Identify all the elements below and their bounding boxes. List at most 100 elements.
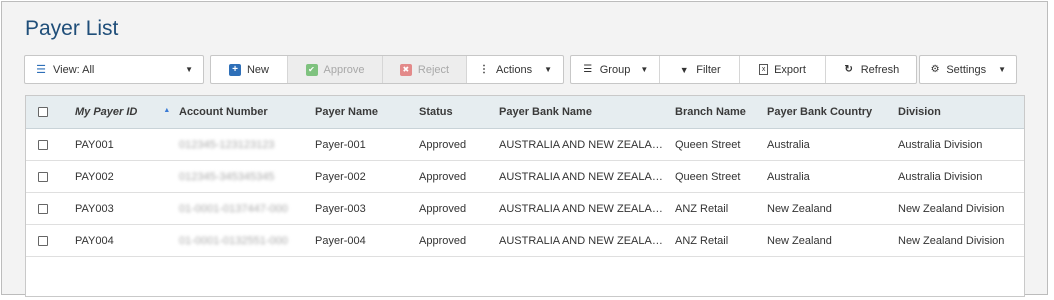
select-all-checkbox[interactable]	[38, 107, 48, 117]
settings-button[interactable]: ⚙ Settings ▼	[920, 56, 1016, 83]
payer-bank-name-cell: AUSTRALIA AND NEW ZEALA…	[499, 202, 663, 215]
actions-button-label: Actions	[496, 63, 533, 76]
view-options-group: ☰ Group ▼ ▼ Filter x Export ↻ Refresh	[570, 55, 917, 84]
column-header-payer-id[interactable]: My Payer ID ▲	[75, 106, 179, 118]
refresh-icon: ↻	[844, 64, 853, 75]
column-header-payer-bank-name[interactable]: Payer Bank Name	[499, 106, 675, 118]
column-header-payer-name[interactable]: Payer Name	[315, 106, 419, 118]
payer-name-cell: Payer-001	[315, 138, 366, 151]
row-checkbox[interactable]	[38, 139, 48, 150]
account-number-cell: 01-0001-0132551-000	[179, 234, 288, 247]
chevron-down-icon: ▼	[185, 65, 193, 74]
actions-button[interactable]: ⋮ Actions ▼	[467, 56, 563, 83]
page-title: Payer List	[25, 17, 119, 40]
group-icon: ☰	[583, 64, 593, 75]
account-number-cell: 012345-345345345	[179, 170, 275, 183]
plus-icon: +	[228, 63, 241, 76]
column-header-branch-name[interactable]: Branch Name	[675, 106, 767, 118]
sort-ascending-icon: ▲	[163, 107, 171, 114]
more-vertical-icon: ⋮	[479, 64, 489, 75]
table-row[interactable]: PAY001 012345-123123123 Payer-001 Approv…	[26, 129, 1024, 161]
approve-button[interactable]: ✔ Approve	[288, 56, 383, 83]
branch-name-cell: Queen Street	[675, 138, 741, 151]
export-button-label: Export	[774, 63, 806, 76]
payer-bank-country-cell: New Zealand	[767, 202, 832, 215]
column-header-label: My Payer ID	[75, 106, 138, 118]
new-button-label: New	[246, 63, 269, 76]
filter-button[interactable]: ▼ Filter	[660, 56, 740, 83]
division-cell: Australia Division	[898, 138, 983, 151]
table-row[interactable]: PAY002 012345-345345345 Payer-002 Approv…	[26, 161, 1024, 193]
payer-list-panel: Payer List ☰ View: All ▼ + New ✔ Approve	[1, 1, 1048, 297]
payer-table: My Payer ID ▲ Account Number Payer Name S…	[25, 95, 1025, 297]
branch-name-cell: Queen Street	[675, 170, 741, 183]
row-checkbox[interactable]	[38, 171, 48, 182]
list-icon: ☰	[36, 64, 46, 76]
payer-bank-name-cell: AUSTRALIA AND NEW ZEALA…	[499, 138, 663, 151]
view-select[interactable]: ☰ View: All ▼	[24, 55, 204, 84]
account-number-cell: 012345-123123123	[179, 138, 275, 151]
action-button-group: + New ✔ Approve ✖ Reject ⋮ Actions ▼	[210, 55, 564, 84]
refresh-button-label: Refresh	[860, 63, 900, 76]
x-icon: ✖	[399, 63, 412, 76]
status-cell: Approved	[419, 202, 467, 215]
column-header-division[interactable]: Division	[898, 106, 1026, 118]
action-toolbar: + New ✔ Approve ✖ Reject ⋮ Actions ▼	[210, 55, 564, 84]
row-checkbox[interactable]	[38, 203, 48, 214]
column-header-status[interactable]: Status	[419, 106, 499, 118]
payer-name-cell: Payer-002	[315, 170, 366, 183]
branch-name-cell: ANZ Retail	[675, 234, 729, 247]
reject-button[interactable]: ✖ Reject	[383, 56, 467, 83]
refresh-button[interactable]: ↻ Refresh	[826, 56, 916, 83]
payer-id-cell[interactable]: PAY003	[75, 203, 179, 215]
settings-button-label: Settings	[946, 63, 987, 76]
settings-group: ⚙ Settings ▼	[919, 55, 1017, 84]
row-select-cell	[26, 203, 75, 214]
payer-bank-name-cell: AUSTRALIA AND NEW ZEALA…	[499, 170, 663, 183]
status-cell: Approved	[419, 138, 467, 151]
branch-name-cell: ANZ Retail	[675, 202, 729, 215]
table-row[interactable]: PAY004 01-0001-0132551-000 Payer-004 App…	[26, 225, 1024, 257]
check-icon: ✔	[305, 63, 318, 76]
view-select-button[interactable]: ☰ View: All ▼	[25, 56, 203, 83]
group-button-label: Group	[599, 63, 631, 76]
new-button[interactable]: + New	[211, 56, 288, 83]
status-cell: Approved	[419, 234, 467, 247]
chevron-down-icon: ▼	[998, 65, 1006, 74]
payer-bank-country-cell: Australia	[767, 138, 810, 151]
row-select-cell	[26, 139, 75, 150]
column-header-payer-bank-country[interactable]: Payer Bank Country	[767, 106, 898, 118]
payer-name-cell: Payer-004	[315, 234, 366, 247]
status-cell: Approved	[419, 170, 467, 183]
table-header: My Payer ID ▲ Account Number Payer Name S…	[26, 96, 1024, 129]
approve-button-label: Approve	[323, 63, 365, 76]
filter-button-label: Filter	[696, 63, 721, 76]
payer-name-cell: Payer-003	[315, 202, 366, 215]
view-select-label: View: All	[53, 63, 95, 76]
chevron-down-icon: ▼	[640, 65, 649, 74]
chevron-down-icon: ▼	[544, 65, 552, 74]
account-number-cell: 01-0001-0137447-000	[179, 202, 288, 215]
group-button[interactable]: ☰ Group ▼	[571, 56, 660, 83]
export-button[interactable]: x Export	[740, 56, 826, 83]
column-header-account-number[interactable]: Account Number	[179, 106, 315, 118]
payer-id-cell[interactable]: PAY002	[75, 171, 179, 183]
table-row[interactable]: PAY003 01-0001-0137447-000 Payer-003 App…	[26, 193, 1024, 225]
gear-icon: ⚙	[930, 64, 940, 75]
division-cell: Australia Division	[898, 170, 983, 183]
division-cell: New Zealand Division	[898, 202, 1005, 215]
payer-id-cell[interactable]: PAY001	[75, 139, 179, 151]
filter-icon: ▼	[679, 64, 689, 75]
payer-bank-country-cell: New Zealand	[767, 234, 832, 247]
reject-button-label: Reject	[417, 63, 450, 76]
view-toolbar: ☰ View: All ▼	[24, 55, 204, 84]
view-options-toolbar: ☰ Group ▼ ▼ Filter x Export ↻ Refresh ⚙ …	[570, 55, 1017, 84]
row-select-cell	[26, 171, 75, 182]
payer-bank-name-cell: AUSTRALIA AND NEW ZEALA…	[499, 234, 663, 247]
select-all-cell	[26, 107, 75, 117]
export-file-icon: x	[759, 64, 769, 75]
payer-bank-country-cell: Australia	[767, 170, 810, 183]
row-select-cell	[26, 235, 75, 246]
payer-id-cell[interactable]: PAY004	[75, 235, 179, 247]
row-checkbox[interactable]	[38, 235, 48, 246]
